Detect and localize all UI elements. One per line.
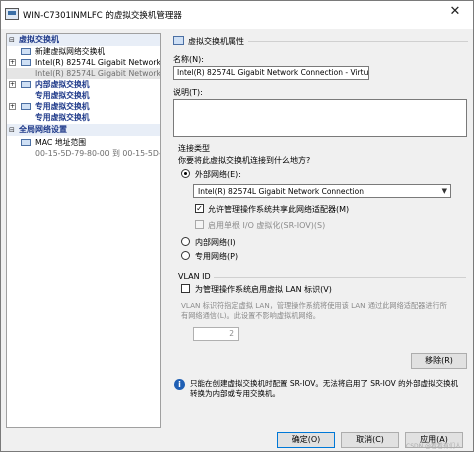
notes-textarea[interactable]: [173, 99, 467, 137]
connection-question: 你要将此虚拟交换机连接到什么地方?: [178, 156, 311, 165]
title-bar: WIN-C7301INMLFC 的虚拟交换机管理器 ✕: [1, 1, 473, 29]
collapse-icon[interactable]: ⊟: [9, 34, 15, 46]
switch-tree: ⊟ 虚拟交换机 新建虚拟网络交换机 + Intel(R) 82574L Giga…: [6, 33, 161, 428]
watermark: CSDN @看看有们人: [406, 443, 462, 450]
chevron-down-icon: ▼: [441, 187, 447, 195]
external-network-radio[interactable]: [181, 169, 190, 178]
external-network-label: 外部网络(E):: [195, 170, 241, 179]
mac-range-item[interactable]: MAC 地址范围: [7, 137, 160, 148]
vlan-header: VLAN ID: [178, 272, 211, 281]
notes-label: 说明(T):: [173, 88, 203, 97]
expand-icon[interactable]: +: [9, 81, 16, 88]
vlan-description: VLAN 标识符指定虚拟 LAN，管理操作系统将使用该 LAN 通过此网络适配器…: [181, 301, 447, 320]
private-network-radio[interactable]: [181, 251, 190, 260]
dialog-button-bar: 确定(O) 取消(C) 应用(A): [1, 429, 473, 451]
switch-item-private[interactable]: + 专用虚拟交换机: [7, 101, 160, 112]
switch-icon: [21, 81, 31, 88]
expand-icon[interactable]: +: [9, 103, 16, 110]
sriov-checkbox[interactable]: [195, 220, 204, 229]
new-switch-icon: [21, 48, 31, 55]
allow-management-label: 允许管理操作系统共享此网络适配器(M): [208, 205, 350, 214]
divider: [248, 41, 468, 42]
sriov-label: 启用单根 I/O 虚拟化(SR-IOV)(S): [208, 221, 326, 230]
remove-button[interactable]: 移除(R): [411, 353, 467, 369]
properties-header: 虚拟交换机属性: [166, 33, 470, 49]
switch-item-private-sub[interactable]: 专用虚拟交换机: [7, 112, 160, 123]
internal-network-radio[interactable]: [181, 237, 190, 246]
switch-item-internal[interactable]: + 内部虚拟交换机: [7, 79, 160, 90]
switch-manager-window: WIN-C7301INMLFC 的虚拟交换机管理器 ✕ ⊟ 虚拟交换机 新建虚拟…: [0, 0, 474, 452]
switch-icon: [21, 59, 31, 66]
switch-item-external[interactable]: + Intel(R) 82574L Gigabit Network Co...: [7, 57, 160, 68]
external-adapter-select[interactable]: Intel(R) 82574L Gigabit Network Connecti…: [193, 184, 451, 198]
switch-name-input[interactable]: Intel(R) 82574L Gigabit Network Connecti…: [173, 66, 369, 80]
name-label: 名称(N):: [173, 55, 204, 64]
internal-network-label: 内部网络(I): [195, 238, 236, 247]
expand-icon[interactable]: +: [9, 59, 16, 66]
mac-range-value[interactable]: 00-15-5D-79-80-00 到 00-15-5D-...: [7, 148, 160, 159]
switch-item-internal-sub[interactable]: 专用虚拟交换机: [7, 90, 160, 101]
ok-button[interactable]: 确定(O): [277, 432, 335, 448]
divider: [214, 277, 466, 278]
window-title: WIN-C7301INMLFC 的虚拟交换机管理器: [23, 11, 182, 21]
switch-item-external-sub[interactable]: Intel(R) 82574L Gigabit Network C...: [7, 68, 160, 79]
private-network-label: 专用网络(P): [195, 252, 239, 261]
switch-icon: [21, 103, 31, 110]
switch-icon: [173, 36, 184, 45]
app-icon: [5, 8, 19, 20]
allow-management-checkbox[interactable]: ✓: [195, 204, 204, 213]
connection-type-label: 连接类型: [178, 144, 210, 153]
collapse-icon[interactable]: ⊟: [9, 124, 15, 136]
switch-properties-pane: 虚拟交换机属性 名称(N): Intel(R) 82574L Gigabit N…: [166, 33, 470, 428]
vlan-id-input[interactable]: 2: [193, 327, 239, 341]
close-icon[interactable]: ✕: [437, 1, 473, 23]
vlan-checkbox-label: 为管理操作系统启用虚拟 LAN 标识(V): [195, 285, 332, 294]
vlan-checkbox[interactable]: [181, 284, 190, 293]
info-icon: i: [174, 379, 185, 390]
cancel-button[interactable]: 取消(C): [341, 432, 399, 448]
global-settings-header[interactable]: ⊟ 全局网络设置: [7, 124, 160, 136]
mac-address-icon: [21, 139, 31, 146]
sriov-info-text: 只能在创建虚拟交换机时配置 SR-IOV。无法将启用了 SR-IOV 的外部虚拟…: [190, 379, 459, 398]
new-switch-item[interactable]: 新建虚拟网络交换机: [7, 46, 160, 57]
virtual-switches-header[interactable]: ⊟ 虚拟交换机: [7, 34, 160, 46]
